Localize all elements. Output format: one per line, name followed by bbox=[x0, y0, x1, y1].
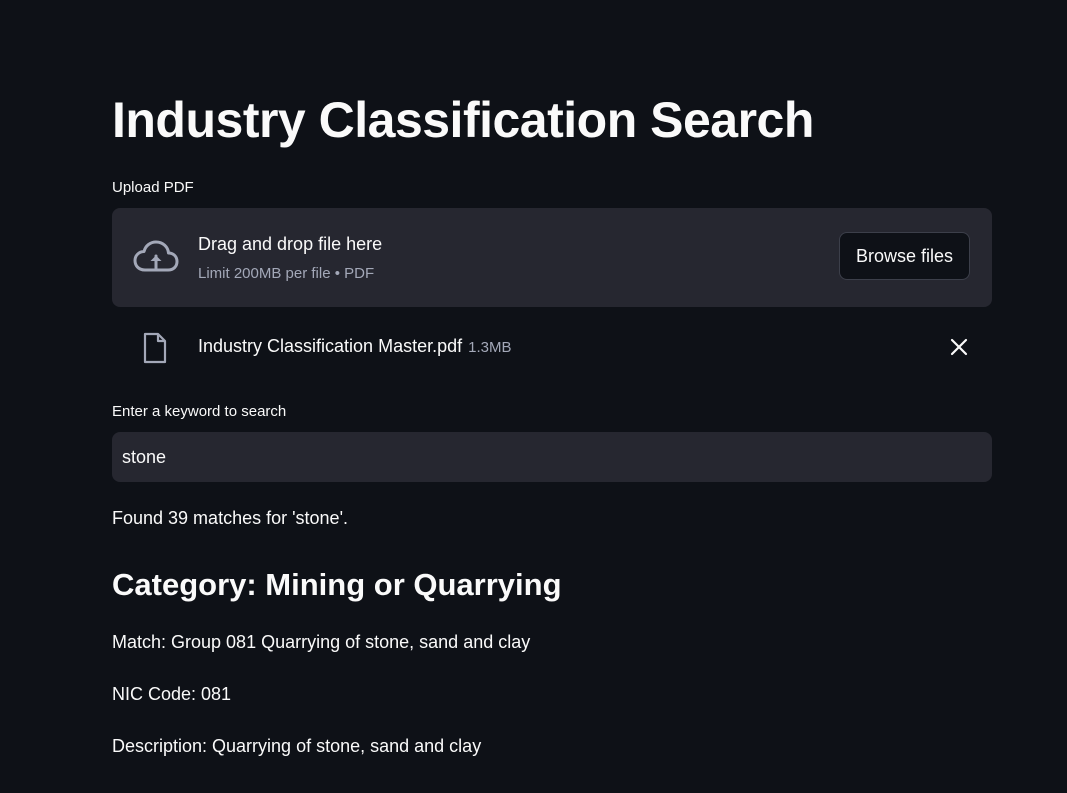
search-label: Enter a keyword to search bbox=[112, 403, 287, 420]
cloud-upload-icon bbox=[132, 238, 180, 278]
results-summary: Found 39 matches for 'stone'. bbox=[112, 508, 349, 528]
nic-code-text: NIC Code: 081 bbox=[112, 684, 232, 704]
upload-label: Upload PDF bbox=[112, 179, 194, 196]
file-dropzone[interactable]: Drag and drop file here Limit 200MB per … bbox=[112, 208, 992, 307]
match-text: Match: Group 081 Quarrying of stone, san… bbox=[112, 632, 531, 652]
file-icon bbox=[142, 332, 168, 364]
dropzone-instructions: Drag and drop file here bbox=[198, 234, 383, 254]
uploaded-file-item: Industry Classification Master.pdf 1.3MB bbox=[112, 322, 992, 372]
file-size: 1.3MB bbox=[468, 339, 512, 356]
page-title: Industry Classification Search bbox=[112, 92, 814, 148]
close-icon[interactable] bbox=[948, 336, 970, 358]
file-name-text: Industry Classification Master.pdf bbox=[198, 336, 463, 356]
dropzone-limit-text: Limit 200MB per file • PDF bbox=[198, 265, 375, 282]
description-text: Description: Quarrying of stone, sand an… bbox=[112, 736, 482, 756]
search-input[interactable] bbox=[112, 432, 992, 482]
category-heading: Category: Mining or Quarrying bbox=[112, 567, 562, 602]
uploaded-file-name: Industry Classification Master.pdf 1.3MB bbox=[198, 334, 511, 360]
browse-files-button[interactable]: Browse files bbox=[839, 232, 970, 280]
